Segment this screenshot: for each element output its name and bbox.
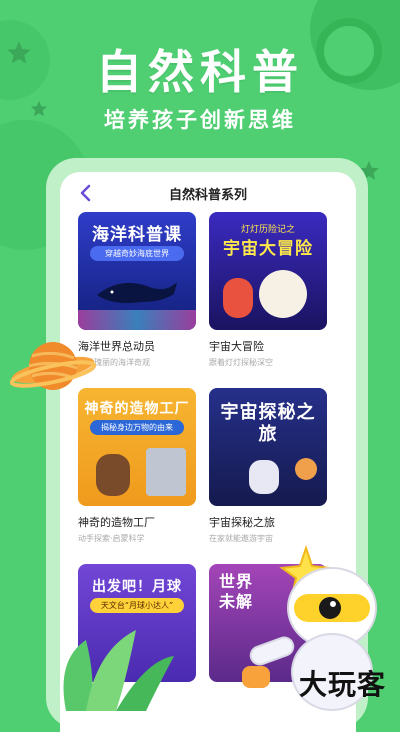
cover-title: 神奇的造物工厂 bbox=[84, 401, 190, 417]
cover-image-ocean: 海洋科普课 穿越奇妙海底世界 bbox=[78, 212, 196, 330]
nav-title: 自然科普系列 bbox=[168, 188, 247, 203]
course-card-factory[interactable]: 神奇的造物工厂 揭秘身边万物的由来 神奇的造物工厂 动手探索·启蒙科学 bbox=[78, 388, 196, 544]
cover-pill: 揭秘身边万物的由来 bbox=[90, 420, 184, 435]
course-card-space-exploration[interactable]: 宇宙探秘之旅 宇宙探秘之旅 在家就能遨游宇宙 bbox=[209, 388, 327, 544]
leaf-decoration-icon bbox=[63, 630, 174, 711]
cover-pill: 穿越奇妙海底世界 bbox=[90, 246, 184, 261]
hero-title: 自然科普 bbox=[96, 45, 304, 99]
cover-title: 宇宙大冒险 bbox=[223, 239, 313, 259]
planet-icon bbox=[10, 342, 96, 390]
card-title: 神奇的造物工厂 bbox=[78, 516, 155, 529]
cover-title: 宇宙探秘之旅 bbox=[220, 402, 316, 445]
cover-pill: 天文台“月球小达人” bbox=[90, 598, 184, 613]
cover-title: 海洋科普课 bbox=[92, 225, 182, 245]
machine-decoration bbox=[146, 448, 186, 496]
cover-title: 出发吧！月球 bbox=[92, 579, 182, 595]
astronaut-character bbox=[249, 460, 279, 494]
robot-character bbox=[259, 270, 307, 318]
card-title: 宇宙探秘之旅 bbox=[209, 516, 275, 529]
card-title: 宇宙大冒险 bbox=[209, 340, 264, 353]
cover-image-space: 灯灯历险记之 宇宙大冒险 bbox=[209, 212, 327, 330]
nav-bar: 自然科普系列 bbox=[60, 172, 356, 214]
whale-icon bbox=[97, 282, 177, 304]
course-card-space-adventure[interactable]: 灯灯历险记之 宇宙大冒险 宇宙大冒险 跟着灯灯探秘深空 bbox=[209, 212, 327, 368]
card-desc: 动手探索·启蒙科学 bbox=[78, 534, 145, 543]
kid-character bbox=[96, 454, 130, 496]
hero-subtitle: 培养孩子创新思维 bbox=[104, 108, 296, 132]
card-desc: 跟着灯灯探秘深空 bbox=[209, 358, 273, 367]
watermark-text: 大玩客 bbox=[298, 668, 386, 701]
cover-image-space-explore: 宇宙探秘之旅 bbox=[209, 388, 327, 506]
cover-image-factory: 神奇的造物工厂 揭秘身边万物的由来 bbox=[78, 388, 196, 506]
planet-decoration bbox=[295, 458, 317, 480]
coral-decoration bbox=[78, 310, 196, 330]
kid-character bbox=[223, 278, 253, 318]
